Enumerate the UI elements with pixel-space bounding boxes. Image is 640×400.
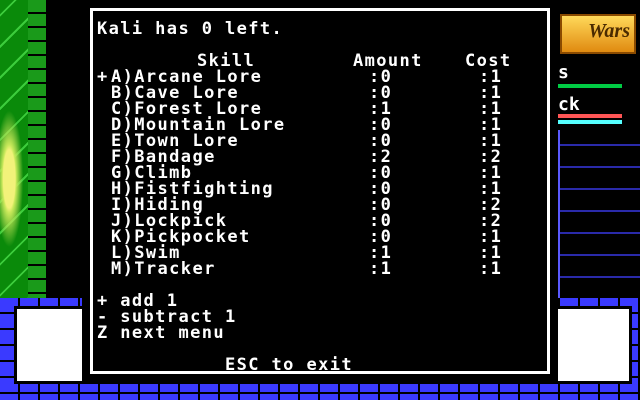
- health-bar: [558, 84, 622, 88]
- side-text-2: ck: [558, 94, 580, 115]
- exit-hint[interactable]: ESC to exit: [225, 357, 353, 374]
- mana-bar: [558, 120, 622, 124]
- skill-name[interactable]: M)Tracker: [111, 261, 216, 278]
- game-viewport-left: [0, 0, 46, 298]
- stamina-bar: [558, 114, 622, 118]
- skill-row[interactable]: M)Tracker :1 :1: [93, 259, 553, 279]
- selection-marker: +: [97, 67, 109, 87]
- skill-dialog-frame: Kali has 0 left. Skill Amount Cost + A)Ar…: [90, 8, 550, 374]
- skill-amount: :1: [369, 259, 393, 279]
- side-panel-frame: [558, 130, 640, 298]
- logo-text: Wars: [588, 20, 630, 42]
- skill-cost: :1: [479, 259, 503, 279]
- game-logo: Wars: [560, 14, 636, 54]
- side-text-1: s: [558, 62, 569, 83]
- skill-dialog: Kali has 0 left. Skill Amount Cost + A)Ar…: [82, 4, 558, 384]
- next-menu-hint: Z next menu: [97, 323, 225, 343]
- points-left-text: Kali has 0 left.: [97, 19, 284, 39]
